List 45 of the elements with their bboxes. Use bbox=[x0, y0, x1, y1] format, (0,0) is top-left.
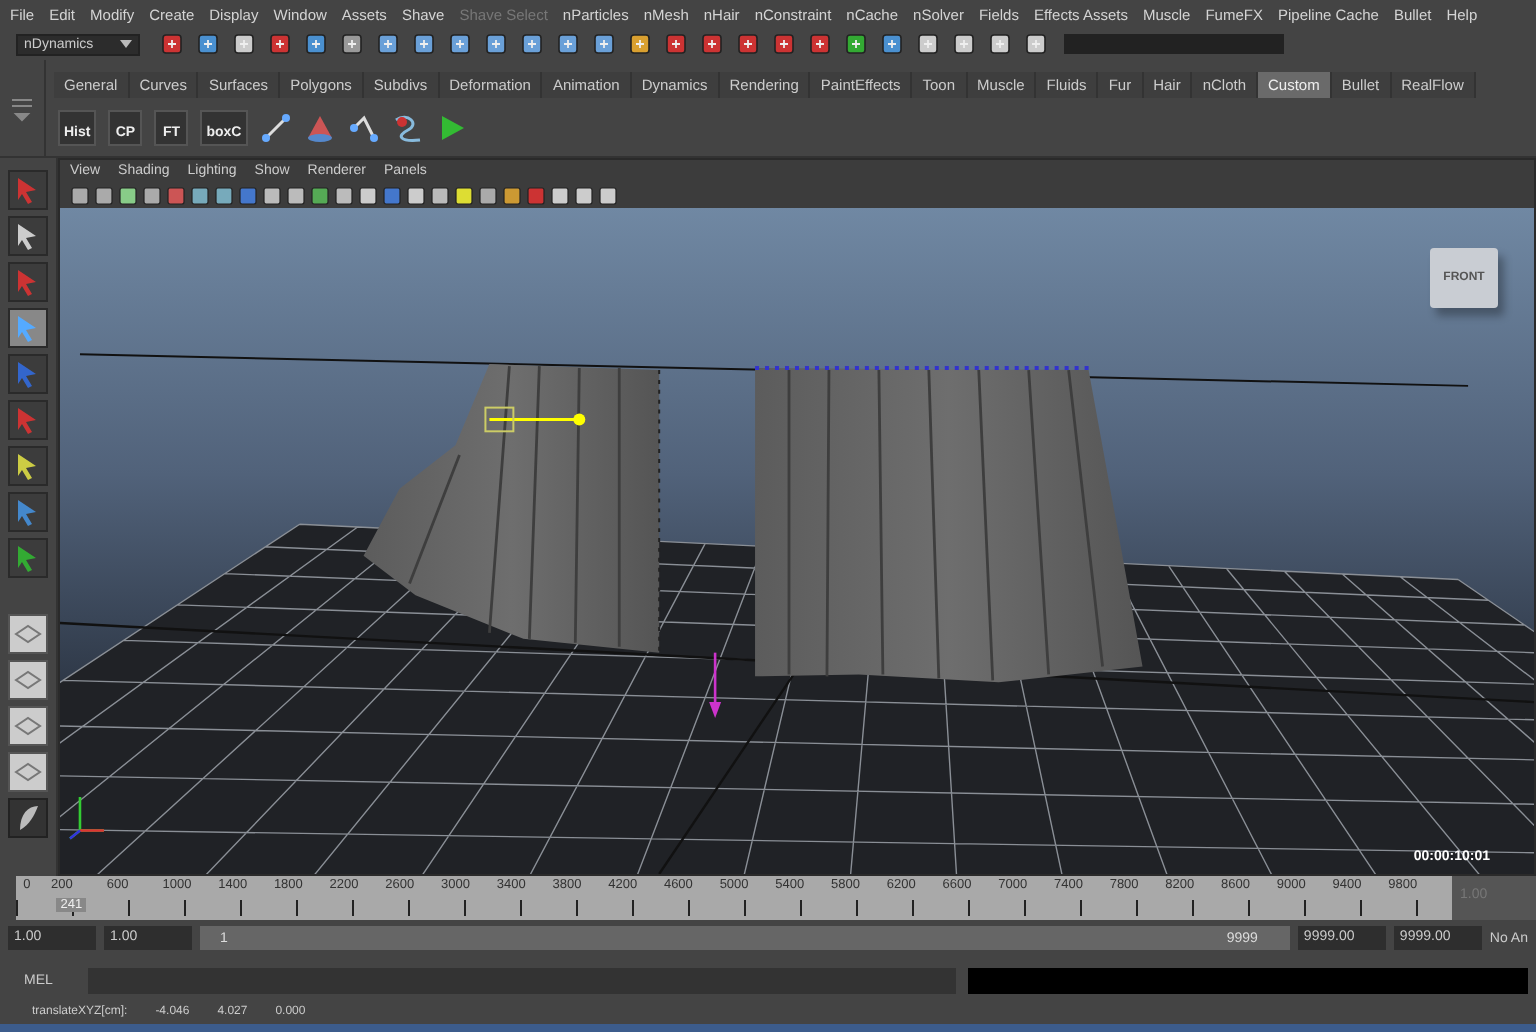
tool-icon[interactable] bbox=[520, 32, 544, 56]
layout-icon[interactable] bbox=[8, 752, 48, 792]
curtain-drawing[interactable] bbox=[755, 366, 1143, 683]
tool-icon[interactable] bbox=[880, 32, 904, 56]
tool-icon[interactable] bbox=[268, 32, 292, 56]
tool-icon[interactable] bbox=[772, 32, 796, 56]
tool-icon[interactable] bbox=[988, 32, 1012, 56]
command-field[interactable] bbox=[1064, 34, 1284, 54]
tool-icon[interactable] bbox=[376, 32, 400, 56]
tool-icon[interactable] bbox=[448, 32, 472, 56]
tool-icon[interactable] bbox=[700, 32, 724, 56]
layout-icon[interactable] bbox=[8, 660, 48, 700]
tool-icon[interactable] bbox=[232, 32, 256, 56]
caret-icon bbox=[120, 40, 132, 48]
tool-icon[interactable] bbox=[556, 32, 580, 56]
axis-arrow-icon bbox=[709, 652, 722, 718]
tool-icon[interactable] bbox=[916, 32, 940, 56]
tool-icon[interactable] bbox=[8, 308, 48, 348]
joint-icon[interactable] bbox=[259, 111, 292, 143]
tool-icon[interactable] bbox=[8, 216, 48, 256]
tool-icon[interactable] bbox=[160, 32, 184, 56]
joint-icon[interactable] bbox=[347, 111, 380, 143]
axis-gizmo-icon bbox=[68, 795, 106, 840]
feather-icon[interactable] bbox=[8, 798, 48, 838]
tool-icon[interactable] bbox=[844, 32, 868, 56]
tool-icon[interactable] bbox=[592, 32, 616, 56]
curtain-drawing[interactable] bbox=[363, 364, 661, 654]
tool-icon[interactable] bbox=[8, 446, 48, 486]
tool-icon[interactable] bbox=[952, 32, 976, 56]
tool-icon[interactable] bbox=[736, 32, 760, 56]
tool-icon[interactable] bbox=[1024, 32, 1048, 56]
tool-icon[interactable] bbox=[484, 32, 508, 56]
shelf-menu-icon[interactable] bbox=[10, 94, 34, 122]
tool-icon[interactable] bbox=[808, 32, 832, 56]
tool-icon[interactable] bbox=[412, 32, 436, 56]
layout-icon[interactable] bbox=[8, 706, 48, 746]
tool-icon[interactable] bbox=[304, 32, 328, 56]
layout-icon[interactable] bbox=[8, 614, 48, 654]
tool-icon[interactable] bbox=[340, 32, 364, 56]
tool-icon[interactable] bbox=[628, 32, 652, 56]
tool-icon[interactable] bbox=[664, 32, 688, 56]
move-manipulator-icon bbox=[484, 406, 586, 433]
tool-icon[interactable] bbox=[196, 32, 220, 56]
cone-icon[interactable] bbox=[303, 111, 336, 143]
curve-icon[interactable] bbox=[391, 111, 424, 143]
